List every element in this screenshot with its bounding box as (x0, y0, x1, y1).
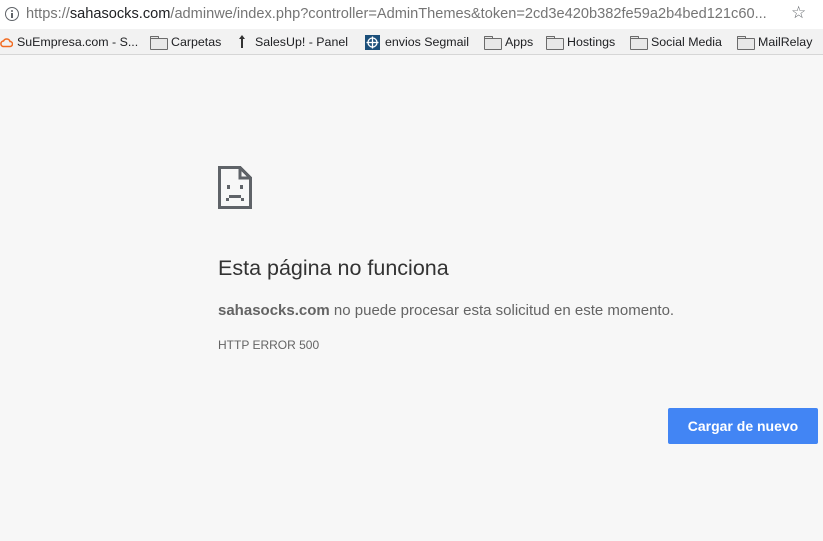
folder-icon (546, 36, 564, 50)
pin-icon (239, 35, 245, 48)
bookmark-segmail[interactable]: envios Segmail (365, 33, 469, 51)
error-message: sahasocks.com no puede procesar esta sol… (218, 302, 674, 319)
error-domain: sahasocks.com (218, 302, 330, 319)
bookmarks-bar: SuEmpresa.com - S... Carpetas SalesUp! -… (0, 29, 823, 55)
bookmark-mailrelay[interactable]: MailRelay (737, 33, 812, 51)
address-bar[interactable]: https://sahasocks.com/adminwe/index.php?… (0, 0, 823, 29)
folder-icon (737, 36, 755, 50)
segmail-icon (365, 34, 380, 50)
bookmark-suempresa[interactable]: SuEmpresa.com - S... (0, 33, 138, 51)
bookmark-label: Hostings (567, 35, 616, 49)
error-title: Esta página no funciona (218, 256, 449, 280)
bookmark-social-media[interactable]: Social Media (630, 33, 722, 51)
bookmark-label: Apps (505, 35, 534, 49)
bookmark-label: MailRelay (758, 35, 813, 49)
reload-button[interactable]: Cargar de nuevo (668, 408, 818, 444)
folder-icon (484, 36, 502, 50)
folder-icon (150, 36, 168, 50)
url-host: sahasocks.com (69, 6, 171, 22)
url-field[interactable]: https://sahasocks.com/adminwe/index.php?… (26, 6, 788, 22)
url-scheme: https:// (26, 6, 70, 22)
bookmark-hostings[interactable]: Hostings (546, 33, 615, 51)
error-message-text: no puede procesar esta solicitud en este… (329, 302, 675, 319)
folder-icon (630, 36, 648, 50)
sad-page-icon (218, 166, 252, 209)
url-path: /adminwe/index.php?controller=AdminTheme… (170, 6, 767, 22)
error-code: HTTP ERROR 500 (218, 338, 320, 352)
bookmark-label: envios Segmail (385, 35, 470, 49)
star-icon[interactable]: ☆ (791, 3, 806, 23)
bookmark-salesup[interactable]: SalesUp! - Panel (237, 33, 348, 51)
bookmark-label: SuEmpresa.com - S... (17, 35, 139, 49)
bookmark-label: Carpetas (171, 35, 222, 49)
bookmark-label: Social Media (651, 35, 722, 49)
bookmark-apps[interactable]: Apps (484, 33, 533, 51)
bookmark-label: SalesUp! - Panel (255, 35, 348, 49)
cloud-icon (0, 37, 13, 47)
info-icon[interactable] (5, 7, 19, 21)
bookmark-carpetas[interactable]: Carpetas (150, 33, 221, 51)
